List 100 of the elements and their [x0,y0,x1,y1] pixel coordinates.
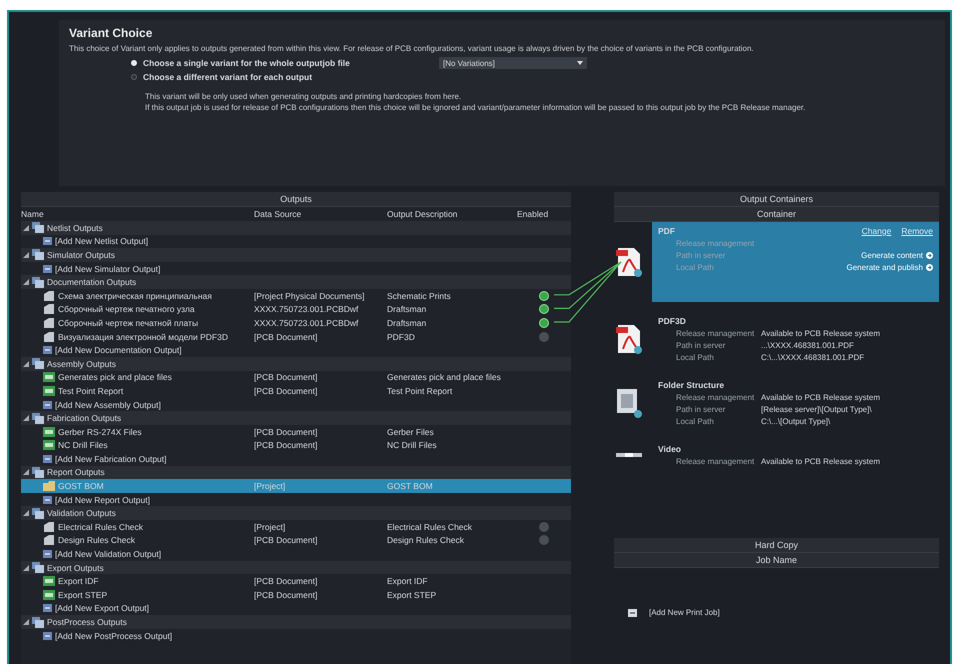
expand-icon[interactable] [23,252,29,258]
output-row[interactable]: Report Outputs [21,466,571,480]
output-row[interactable]: Assembly Outputs [21,356,571,371]
output-row[interactable]: NC Drill Files [PCB Document] NC Drill Files [21,438,571,452]
data-source: [PCB Document] [254,386,318,396]
output-row[interactable]: [Add New Netlist Output] [21,234,571,248]
panel-header: Outputs [21,192,571,207]
expand-icon[interactable] [23,360,29,367]
document-icon [43,304,55,314]
folder-stack-icon [32,562,44,574]
output-name: NC Drill Files [58,440,108,450]
data-source: [PCB Document] [254,440,318,450]
field-value: ...\XXXX.468381.001.PDF [761,341,855,350]
output-name: [Add New Validation Output] [55,549,162,560]
output-row[interactable]: [Add New Documentation Output] [21,343,571,357]
container-card[interactable]: Folder Structure Release management Available to PCB Release system Path in server [Release server]\[Output Type]\ Local Path C:\...\[Output Type]\ [652,376,939,430]
output-name: [Add New Fabrication Output] [55,454,167,464]
data-source: [PCB Document] [254,332,318,342]
container-link[interactable]: Change [862,226,892,236]
output-row[interactable]: Gerber RS-274X Files [PCB Document] Gerber Files [21,424,571,438]
output-description: Export IDF [387,576,429,586]
output-row[interactable]: [Add New Report Output] [21,492,571,506]
add-print-job[interactable]: [Add New Print Job] [649,608,720,617]
variant-dropdown[interactable]: [No Variations] [439,57,587,69]
output-name: Сборочный чертеж печатной платы [58,318,198,328]
output-row[interactable]: Export Outputs [21,560,571,574]
output-row[interactable]: [Add New Export Output] [21,602,571,616]
output-name: [Add New Assembly Output] [55,400,161,410]
field-label: Path in server [676,405,726,414]
video-icon [616,451,642,459]
expand-icon[interactable] [23,469,29,476]
output-row[interactable]: PostProcess Outputs [21,615,571,629]
generator-icon [43,590,55,600]
field-label: Path in server [676,341,726,350]
output-description: Electrical Rules Check [387,522,474,532]
field-value: [Release server]\[Output Type]\ [761,405,873,414]
add-icon [43,454,52,463]
expand-icon[interactable] [23,564,29,571]
output-row[interactable]: [Add New Fabrication Output] [21,452,571,466]
data-source: [PCB Document] [254,426,318,437]
field-label: Release management [676,329,756,338]
data-source: [Project] [254,481,286,492]
output-row[interactable]: Сборочный чертеж печатной платы XXXX.750723.001.PCBDwf Draftsman [21,316,571,330]
container-card[interactable]: PDF3D Release management Available to PCB Release system Path in server ...\XXXX.468381.001.PDF Local Path C:\...\XXXX.468381.001.PDF [652,312,939,366]
enabled-toggle[interactable] [539,332,549,342]
output-row[interactable]: Test Point Report [PCB Document] Test Point Report [21,384,571,398]
generator-icon [43,426,55,437]
generate-button[interactable]: Generate content [861,251,923,260]
expand-icon[interactable] [23,510,29,516]
radio-button[interactable] [131,74,137,80]
generate-button[interactable]: Generate and publish [846,263,923,272]
output-row[interactable]: Validation Outputs [21,506,571,520]
output-row[interactable]: Fabrication Outputs [21,411,571,425]
output-row[interactable]: [Add New Validation Output] [21,547,571,561]
enabled-toggle[interactable] [539,522,549,532]
panel-header: Output Containers [614,192,939,207]
folder-stack-icon [32,466,44,478]
output-row[interactable]: Simulator Outputs [21,248,571,262]
container-card[interactable]: PDF Change Remove Release management Path in server Generate content Local Path Generate and publish [652,222,939,302]
generator-icon [43,386,55,396]
field-label: Path in server [676,251,726,260]
radio-label[interactable]: Choose a different variant for each output [143,72,433,82]
add-icon [628,608,637,616]
add-icon [43,604,52,612]
output-row[interactable]: Design Rules Check [PCB Document] Design Rules Check [21,534,571,548]
output-row[interactable]: Electrical Rules Check [Project] Electrical Rules Check [21,520,571,534]
variant-detail: This variant will be only used when generating outputs and printing hardcopies from here. [145,91,462,102]
add-icon [43,346,52,354]
output-row[interactable]: Export IDF [PCB Document] Export IDF [21,574,571,588]
output-row[interactable]: [Add New Assembly Output] [21,398,571,412]
enabled-toggle[interactable] [539,535,549,546]
container-card[interactable]: Video Release management Available to PCB Release system [652,440,939,470]
field-value: Available to PCB Release system [761,329,882,338]
output-row[interactable]: Generates pick and place files [PCB Document] Generates pick and place files [21,370,571,384]
column-header: Job Name [614,553,939,568]
output-row[interactable]: Сборочный чертеж печатного узла XXXX.750723.001.PCBDwf Draftsman [21,302,571,316]
output-row[interactable]: [Add New Simulator Output] [21,262,571,276]
output-name: [Add New PostProcess Output] [55,630,172,641]
output-name: Gerber RS-274X Files [58,426,142,437]
expand-icon[interactable] [23,279,29,286]
output-row[interactable]: Визуализация электронной модели PDF3D [PCB Document] PDF3D [21,330,571,344]
field-value: Available to PCB Release system [761,393,882,402]
expand-icon[interactable] [23,619,29,626]
radio-label[interactable]: Choose a single variant for the whole outputjob file [143,58,433,68]
expand-icon[interactable] [23,224,29,231]
output-row[interactable]: Netlist Outputs [21,221,571,235]
folder-stack-icon [32,508,44,519]
output-row[interactable]: Export STEP [PCB Document] Export STEP [21,588,571,602]
field-label: Local Path [676,417,715,426]
output-name: Design Rules Check [58,535,136,546]
output-row[interactable]: Documentation Outputs [21,275,571,289]
document-icon [43,332,55,342]
expand-icon[interactable] [23,415,29,422]
column-header: Data Source [254,208,302,221]
output-row[interactable]: Схема электрическая принципиальная [Project Physical Documents] Schematic Prints [21,288,571,303]
output-description: Test Point Report [387,386,454,396]
data-source: [PCB Document] [254,590,318,600]
container-link[interactable]: Remove [901,226,933,236]
folder-stack-icon [32,616,44,628]
output-row[interactable]: [Add New PostProcess Output] [21,628,571,642]
